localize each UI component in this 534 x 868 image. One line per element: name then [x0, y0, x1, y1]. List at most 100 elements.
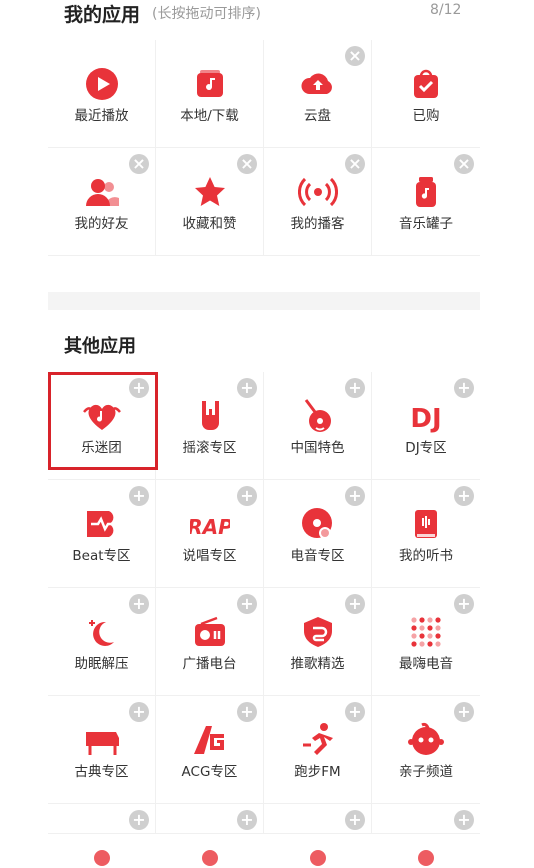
add-badge-icon[interactable]: +	[454, 378, 474, 398]
other-apps-item-10[interactable]: 广播电台 +	[156, 588, 264, 696]
rap-text-icon: RAP	[190, 504, 230, 544]
add-badge-icon[interactable]: +	[454, 594, 474, 614]
my-apps-item-label: 收藏和赞	[182, 216, 237, 232]
other-apps-item-label: 亲子频道	[399, 764, 453, 780]
other-apps-item-12[interactable]: 最嗨电音 +	[372, 588, 480, 696]
add-badge-icon[interactable]: +	[454, 702, 474, 722]
my-apps-item-label: 本地/下载	[180, 108, 239, 124]
remove-badge-icon[interactable]: ×	[129, 154, 149, 174]
rock-hand-icon	[190, 396, 230, 436]
other-apps-item-16[interactable]: 亲子频道 +	[372, 696, 480, 804]
other-apps-item-20[interactable]: +	[372, 804, 480, 866]
my-apps-item-5[interactable]: 我的好友 ×	[48, 148, 156, 256]
runner-icon	[298, 720, 338, 760]
recommend-shield-icon	[298, 612, 338, 652]
add-badge-icon[interactable]: +	[454, 810, 474, 830]
add-badge-icon[interactable]: +	[454, 486, 474, 506]
other-apps-item-2[interactable]: 摇滚专区 +	[156, 372, 264, 480]
other-apps-item-3[interactable]: 中国特色 +	[264, 372, 372, 480]
svg-text:RAP: RAP	[190, 515, 230, 539]
fan-club-heart-icon	[82, 396, 122, 436]
add-badge-icon[interactable]: +	[129, 378, 149, 398]
acg-icon	[190, 720, 230, 760]
partial-icon	[190, 828, 230, 868]
audiobook-icon	[406, 504, 446, 544]
add-badge-icon[interactable]: +	[237, 594, 257, 614]
add-badge-icon[interactable]: +	[129, 810, 149, 830]
my-apps-item-label: 云盘	[304, 108, 331, 124]
other-apps-item-label: 乐迷团	[81, 440, 122, 456]
remove-badge-icon[interactable]: ×	[345, 46, 365, 66]
other-apps-item-label: 推歌精选	[290, 656, 345, 672]
add-badge-icon[interactable]: +	[237, 810, 257, 830]
other-apps-item-9[interactable]: 助眠解压 +	[48, 588, 156, 696]
my-apps-item-6[interactable]: 收藏和赞 ×	[156, 148, 264, 256]
dots-grid-icon	[406, 612, 446, 652]
my-apps-item-label: 音乐罐子	[399, 216, 453, 232]
my-apps-item-4[interactable]: 已购	[372, 40, 480, 148]
add-badge-icon[interactable]: +	[345, 486, 365, 506]
other-apps-item-8[interactable]: 我的听书 +	[372, 480, 480, 588]
my-apps-item-8[interactable]: 音乐罐子 ×	[372, 148, 480, 256]
beat-icon	[82, 504, 122, 544]
play-icon	[82, 64, 122, 104]
partial-icon	[298, 828, 338, 868]
other-apps-item-label: 助眠解压	[74, 656, 129, 672]
partial-icon	[82, 828, 122, 868]
other-apps-item-label: 中国特色	[290, 440, 345, 456]
other-apps-item-7[interactable]: 电音专区 +	[264, 480, 372, 588]
my-apps-item-label: 已购	[412, 108, 440, 124]
other-apps-item-14[interactable]: ACG专区 +	[156, 696, 264, 804]
my-apps-item-1[interactable]: 最近播放	[48, 40, 156, 148]
purchased-bag-icon	[406, 64, 446, 104]
music-folder-icon	[190, 64, 230, 104]
add-badge-icon[interactable]: +	[345, 378, 365, 398]
star-icon	[190, 172, 230, 212]
other-apps-item-label: 我的听书	[399, 548, 453, 564]
other-apps-item-18[interactable]: +	[156, 804, 264, 866]
add-badge-icon[interactable]: +	[237, 702, 257, 722]
other-apps-item-13[interactable]: 古典专区 +	[48, 696, 156, 804]
svg-text:DJ: DJ	[410, 404, 441, 434]
my-apps-item-3[interactable]: 云盘 ×	[264, 40, 372, 148]
other-apps-item-17[interactable]: +	[48, 804, 156, 866]
other-apps-title: 其他应用	[64, 336, 136, 357]
remove-badge-icon[interactable]: ×	[237, 154, 257, 174]
other-apps-item-label: ACG专区	[181, 764, 238, 780]
other-apps-item-label: 摇滚专区	[182, 440, 237, 456]
other-apps-item-6[interactable]: RAP 说唱专区 +	[156, 480, 264, 588]
remove-badge-icon[interactable]: ×	[345, 154, 365, 174]
other-apps-item-label: 跑步FM	[294, 764, 341, 780]
kid-face-icon	[406, 720, 446, 760]
other-apps-item-5[interactable]: Beat专区 +	[48, 480, 156, 588]
add-badge-icon[interactable]: +	[345, 702, 365, 722]
friends-icon	[82, 172, 122, 212]
cloud-upload-icon	[298, 64, 338, 104]
add-badge-icon[interactable]: +	[129, 702, 149, 722]
my-apps-item-label: 我的播客	[290, 216, 345, 232]
my-apps-item-7[interactable]: 我的播客 ×	[264, 148, 372, 256]
my-apps-item-label: 最近播放	[74, 108, 129, 124]
add-badge-icon[interactable]: +	[237, 378, 257, 398]
my-apps-item-2[interactable]: 本地/下载	[156, 40, 264, 148]
radio-icon	[190, 612, 230, 652]
remove-badge-icon[interactable]: ×	[454, 154, 474, 174]
other-apps-item-label: DJ专区	[405, 440, 447, 456]
add-badge-icon[interactable]: +	[129, 486, 149, 506]
music-jar-icon	[406, 172, 446, 212]
chinese-instrument-icon	[298, 396, 338, 436]
add-badge-icon[interactable]: +	[345, 594, 365, 614]
other-apps-item-1[interactable]: 乐迷团 +	[48, 372, 156, 480]
add-badge-icon[interactable]: +	[129, 594, 149, 614]
vinyl-icon	[298, 504, 338, 544]
other-apps-item-11[interactable]: 推歌精选 +	[264, 588, 372, 696]
other-apps-item-19[interactable]: +	[264, 804, 372, 866]
dj-text-icon: DJ	[406, 396, 446, 436]
other-apps-item-4[interactable]: DJ DJ专区 +	[372, 372, 480, 480]
add-badge-icon[interactable]: +	[237, 486, 257, 506]
section-separator	[48, 292, 480, 310]
add-badge-icon[interactable]: +	[345, 810, 365, 830]
other-apps-item-label: 电音专区	[290, 548, 345, 564]
other-apps-item-label: 最嗨电音	[399, 656, 453, 672]
other-apps-item-15[interactable]: 跑步FM +	[264, 696, 372, 804]
